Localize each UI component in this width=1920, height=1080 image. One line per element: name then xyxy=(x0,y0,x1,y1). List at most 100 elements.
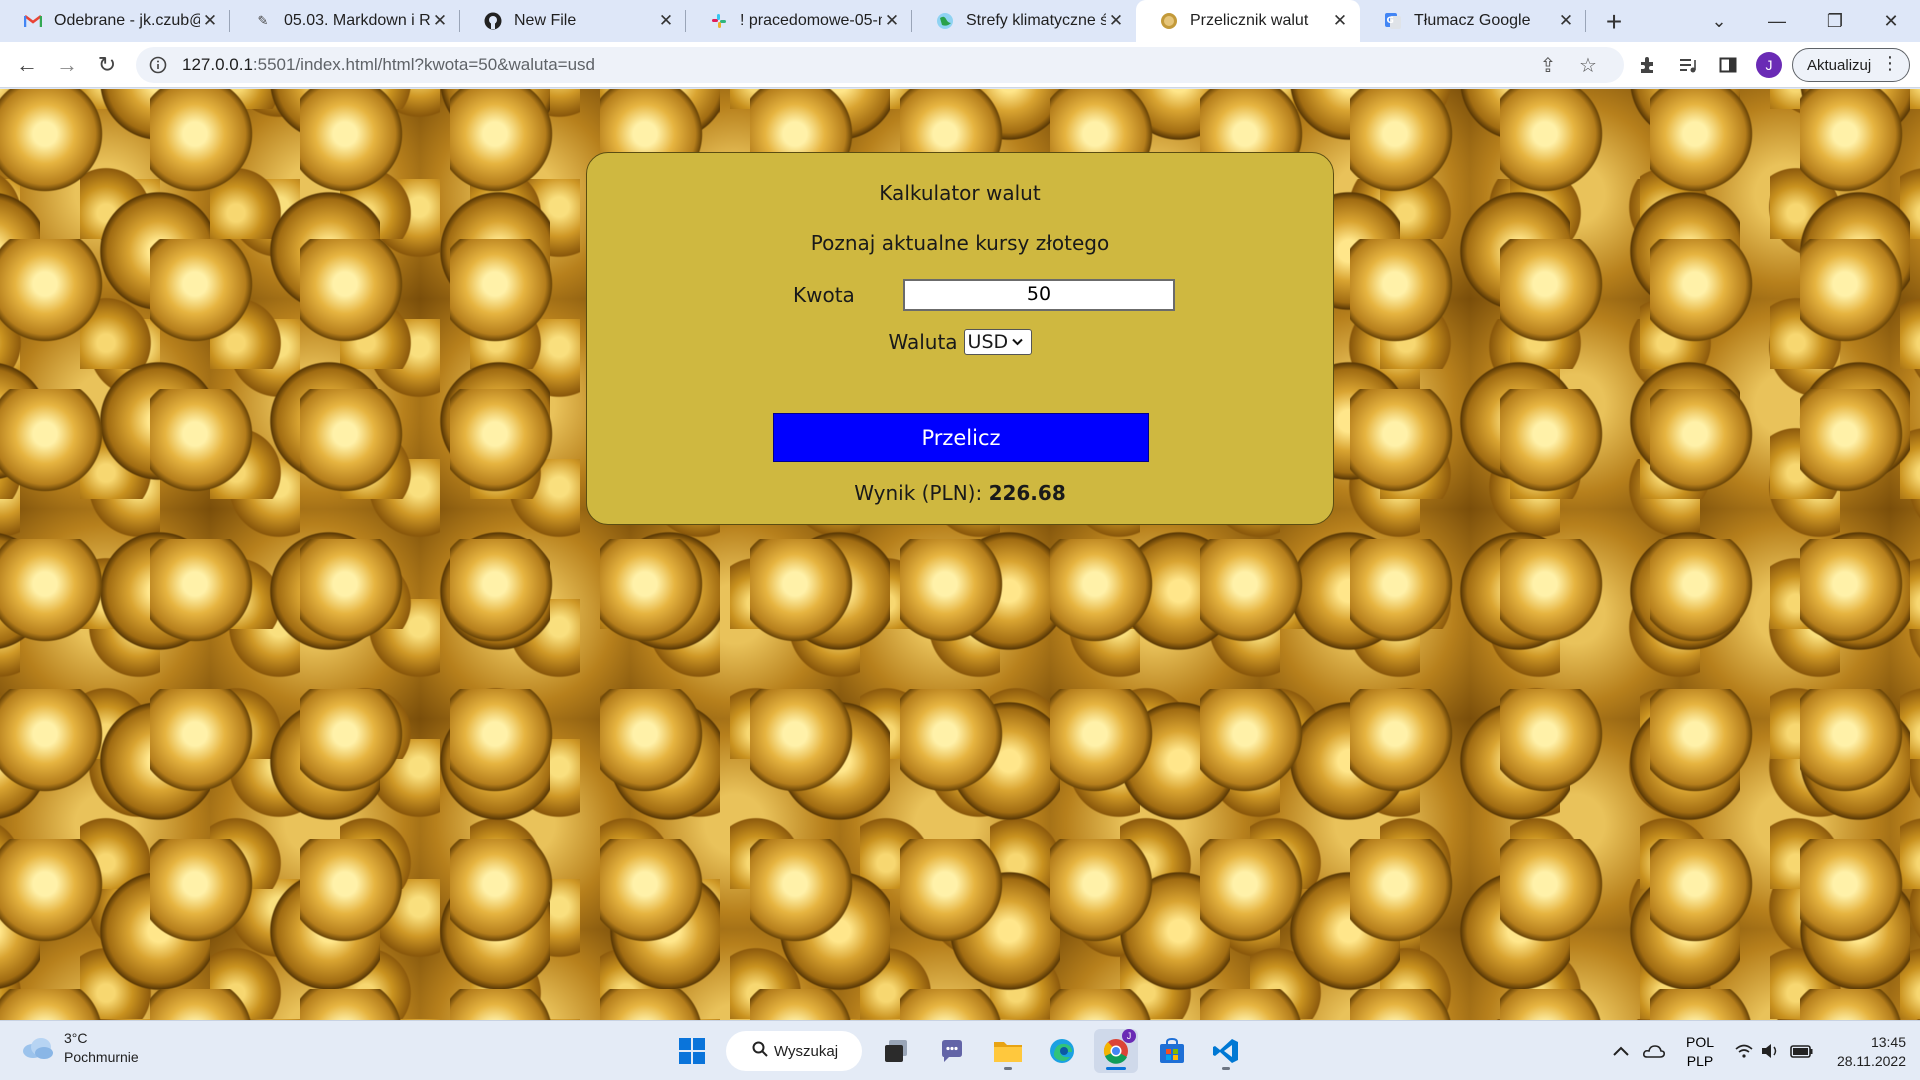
amount-label: Kwota xyxy=(793,283,855,307)
github-icon xyxy=(484,12,502,30)
window-close-icon[interactable]: ✕ xyxy=(1862,0,1920,42)
share-icon[interactable]: ⇪ xyxy=(1532,49,1564,81)
globe-icon xyxy=(936,12,954,30)
taskbar-search[interactable]: Wyszukaj xyxy=(726,1031,862,1071)
restore-icon[interactable]: ❐ xyxy=(1806,0,1864,42)
tab-search-chevron-icon[interactable]: ⌄ xyxy=(1690,0,1748,42)
menu-dots-icon[interactable]: ⋮ xyxy=(1881,53,1899,74)
language-code: POL xyxy=(1685,1034,1714,1050)
side-panel-icon[interactable] xyxy=(1712,49,1744,81)
language-indicator[interactable]: POL PLP xyxy=(1680,1033,1720,1071)
extensions-puzzle-icon[interactable] xyxy=(1632,49,1664,81)
active-indicator xyxy=(1106,1067,1126,1070)
tab-github[interactable]: New File ✕ xyxy=(460,0,686,42)
weather-desc: Pochmurnie xyxy=(64,1049,139,1065)
result-value: 226.68 xyxy=(988,481,1066,505)
store-icon[interactable] xyxy=(1150,1029,1194,1073)
weather-widget[interactable]: 3°C Pochmurnie xyxy=(20,1029,139,1067)
onedrive-cloud-icon[interactable] xyxy=(1642,1021,1666,1080)
tab-title: New File xyxy=(514,12,577,29)
running-indicator xyxy=(1222,1067,1230,1070)
forward-arrow-icon[interactable]: → xyxy=(51,49,83,81)
media-controls-icon[interactable] xyxy=(1672,49,1704,81)
currency-selected-value: USD xyxy=(967,331,1009,353)
close-icon[interactable]: ✕ xyxy=(1556,11,1576,31)
start-windows-icon[interactable] xyxy=(670,1029,714,1073)
file-explorer-icon[interactable] xyxy=(986,1029,1030,1073)
clock-date: 28.11.2022 xyxy=(1836,1053,1906,1069)
running-indicator xyxy=(1004,1067,1012,1070)
page-background-coins: Kalkulator walut Poznaj aktualne kursy z… xyxy=(0,89,1920,1020)
bookmark-star-icon[interactable]: ☆ xyxy=(1572,49,1604,81)
coin-icon xyxy=(1160,12,1178,30)
task-view-icon[interactable] xyxy=(874,1029,918,1073)
update-label: Aktualizuj xyxy=(1807,56,1872,74)
back-arrow-icon[interactable]: ← xyxy=(11,49,43,81)
tab-title: 05.03. Markdown i RE xyxy=(284,12,430,29)
result-label: Wynik (PLN): xyxy=(854,481,983,505)
keyboard-layout: PLP xyxy=(1686,1053,1714,1069)
search-icon xyxy=(752,1041,768,1061)
tab-separator xyxy=(1585,10,1586,32)
profile-avatar[interactable]: J xyxy=(1756,52,1782,78)
tab-strefy[interactable]: Strefy klimatyczne św ✕ xyxy=(912,0,1136,42)
battery-icon[interactable] xyxy=(1790,1021,1814,1080)
site-info-icon[interactable] xyxy=(140,56,176,74)
url-path: :5501/index.html/html?kwota=50&waluta=us… xyxy=(252,55,596,74)
address-bar[interactable]: 127.0.0.1:5501/index.html/html?kwota=50&… xyxy=(136,47,1624,83)
url-host: 127.0.0.1 xyxy=(182,55,253,74)
search-label: Wyszukaj xyxy=(774,1042,839,1060)
close-icon[interactable]: ✕ xyxy=(1330,11,1350,31)
page-title: Kalkulator walut xyxy=(879,181,1041,205)
convert-button[interactable]: Przelicz xyxy=(773,413,1149,462)
tab-przelicznik[interactable]: Przelicznik walut ✕ xyxy=(1136,0,1360,42)
reload-icon[interactable]: ↻ xyxy=(91,49,123,81)
minimize-icon[interactable]: — xyxy=(1748,0,1806,42)
svg-text:G: G xyxy=(1387,16,1394,26)
wifi-icon[interactable] xyxy=(1734,1021,1754,1080)
tab-gmail[interactable]: Odebrane - jk.czub@g ✕ xyxy=(0,0,230,42)
chrome-icon[interactable]: J xyxy=(1094,1029,1138,1073)
weather-temp: 3°C xyxy=(64,1030,88,1046)
currency-row: Waluta USD xyxy=(587,329,1333,355)
clock-time: 13:45 xyxy=(1870,1034,1906,1050)
google-translate-icon: G xyxy=(1384,12,1402,30)
system-clock[interactable]: 13:45 28.11.2022 xyxy=(1826,1033,1906,1071)
currency-label: Waluta xyxy=(888,330,958,354)
result-line: Wynik (PLN): 226.68 xyxy=(587,481,1333,505)
edge-icon[interactable] xyxy=(1040,1029,1084,1073)
tab-title: Strefy klimatyczne św xyxy=(966,12,1106,29)
volume-icon[interactable] xyxy=(1760,1021,1780,1080)
tab-title: Odebrane - jk.czub@g xyxy=(54,12,200,29)
cloud-icon xyxy=(20,1036,54,1060)
tab-markdown[interactable]: ✎ 05.03. Markdown i RE ✕ xyxy=(230,0,460,42)
page-subtitle: Poznaj aktualne kursy złotego xyxy=(810,231,1110,255)
close-icon[interactable]: ✕ xyxy=(430,11,450,31)
new-tab-button[interactable]: + xyxy=(1598,6,1630,38)
tab-title: ! pracedomowe-05-m xyxy=(740,12,882,29)
tab-title: Tłumacz Google xyxy=(1414,12,1531,29)
tab-strip: Odebrane - jk.czub@g ✕ ✎ 05.03. Markdown… xyxy=(0,0,1920,42)
close-icon[interactable]: ✕ xyxy=(1106,11,1126,31)
close-icon[interactable]: ✕ xyxy=(882,11,902,31)
tab-slack[interactable]: ! pracedomowe-05-m ✕ xyxy=(686,0,912,42)
browser-toolbar: ← → ↻ 127.0.0.1:5501/index.html/html?kwo… xyxy=(0,42,1920,88)
close-icon[interactable]: ✕ xyxy=(656,11,676,31)
slack-icon xyxy=(710,12,728,30)
windows-taskbar: 3°C Pochmurnie Wyszukaj J POL PLP 13:45 … xyxy=(0,1020,1920,1080)
gmail-icon xyxy=(24,12,42,30)
tab-tlumacz[interactable]: G Tłumacz Google ✕ xyxy=(1360,0,1586,42)
vscode-icon[interactable] xyxy=(1204,1029,1248,1073)
calculator-card: Kalkulator walut Poznaj aktualne kursy z… xyxy=(586,152,1334,525)
url-text[interactable]: 127.0.0.1:5501/index.html/html?kwota=50&… xyxy=(182,55,595,75)
teams-chat-icon[interactable] xyxy=(930,1029,974,1073)
close-icon[interactable]: ✕ xyxy=(200,11,220,31)
tray-chevron-up-icon[interactable] xyxy=(1612,1021,1630,1080)
chevron-down-icon xyxy=(1012,335,1023,349)
currency-select[interactable]: USD xyxy=(963,329,1032,355)
notion-feather-icon: ✎ xyxy=(257,13,269,28)
chrome-profile-badge: J xyxy=(1122,1029,1136,1043)
update-button[interactable]: Aktualizuj ⋮ xyxy=(1792,48,1910,82)
tab-title: Przelicznik walut xyxy=(1190,12,1309,29)
amount-input[interactable]: 50 xyxy=(903,279,1175,311)
